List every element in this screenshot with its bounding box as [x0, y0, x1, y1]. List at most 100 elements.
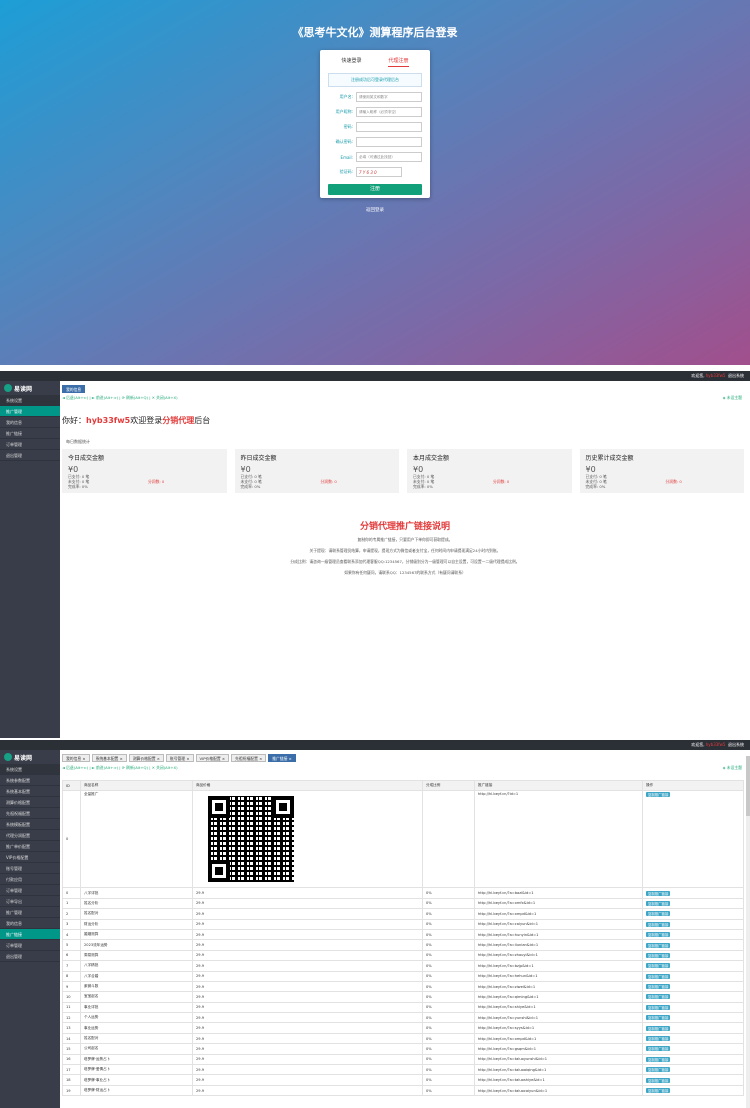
sidebar-item[interactable]: 我的信息 — [0, 918, 60, 929]
tab-item[interactable]: 先祖祝福配置 × — [231, 754, 267, 762]
cell-price: 29.9 — [192, 1084, 423, 1097]
sidebar-item[interactable]: 订单导出 — [0, 896, 60, 907]
form-input[interactable] — [356, 137, 422, 147]
tab-item[interactable]: 我的信息 × — [62, 754, 90, 762]
theme-link[interactable]: ◈ 未设主题 — [723, 765, 742, 771]
copy-link-button[interactable]: 复制推广链接 — [646, 1025, 671, 1031]
tab-item[interactable]: VIP价格配置 × — [195, 754, 230, 762]
sidebar-item[interactable]: 订单管理 — [0, 439, 60, 450]
cell-link[interactable]: http://hl.beyf.cn/?a=liunian&id=1 — [474, 939, 643, 951]
tab-quick-login[interactable]: 快速登录 — [341, 57, 361, 67]
sidebar-item[interactable]: 订单管理 — [0, 940, 60, 951]
cell-link[interactable]: http://hl.beyf.cn/?a=bzjp&id=1 — [474, 960, 643, 972]
promo-line: 关于提现：请联系管理员结算，申请提现，提现方式为微信或者支付宝，任何时间内申请提… — [309, 548, 501, 553]
copy-link-button[interactable]: 复制推广链接 — [646, 963, 671, 969]
logout-link[interactable]: 退出系统 — [728, 373, 744, 378]
cell-link[interactable]: http://hl.beyf.cn/?a=bazi&id=1 — [474, 887, 643, 899]
cell-link[interactable]: http://hl.beyf.cn/?a=hunyin&id=1 — [474, 928, 643, 941]
sidebar-item[interactable]: 推广管理 — [0, 907, 60, 918]
tab-item[interactable]: 系统基本配置 × — [91, 754, 127, 762]
cell-link[interactable]: http://hl.beyf.cn/?a=shiye&id=1 — [474, 1001, 643, 1014]
sidebar-item[interactable]: 退出管理 — [0, 450, 60, 461]
tab-my-info[interactable]: 我的信息 — [62, 385, 86, 393]
cell-link[interactable]: http://hl.beyf.cn/?a=taluoshiye&id=1 — [474, 1074, 643, 1086]
form-input[interactable]: 请输入昵称（必须非空） — [356, 107, 422, 117]
register-notice: 注册成功后可登录代理后台 — [328, 73, 422, 87]
tab-item[interactable]: 账号管理 × — [165, 754, 194, 762]
sidebar-item[interactable]: 系统参数配置 — [0, 775, 60, 786]
sidebar-item[interactable]: 系统基本配置 — [0, 786, 60, 797]
form-input[interactable] — [356, 122, 422, 132]
cell-link[interactable]: http://hl.beyf.cn/?a=ziwei&id=1 — [474, 980, 643, 993]
nav-controls[interactable]: ◄ 后退(Alt+⇐) | ► 前进(Alt+⇒) | ⟳ 刷新(Alt+Q) … — [62, 765, 178, 770]
cell-id: 18 — [62, 1074, 81, 1086]
captcha-input[interactable]: 7 Y 6 3 0 — [356, 167, 402, 177]
sidebar-item[interactable]: 推广单价配置 — [0, 841, 60, 852]
logout-link[interactable]: 退出系统 — [728, 742, 744, 747]
theme-link[interactable]: ◈ 未设主题 — [723, 395, 742, 401]
sidebar-head[interactable]: 系统设置 — [0, 764, 60, 775]
copy-link-button[interactable]: 复制推广链接 — [646, 1077, 671, 1083]
cell-link[interactable]: http://hl.beyf.cn/?a=yunshi&id=1 — [474, 1012, 643, 1024]
welcome-label: 欢迎您, — [691, 373, 705, 378]
nav-controls[interactable]: ◄ 后退(Alt+⇐) | ► 前进(Alt+⇒) | ⟳ 刷新(Alt+Q) … — [62, 395, 178, 400]
cell-link[interactable]: http://hl.beyf.cn/?a=taluoaiqing&id=1 — [474, 1064, 643, 1076]
copy-link-button[interactable]: 复制推广链接 — [646, 1067, 671, 1073]
register-button[interactable]: 注册 — [328, 184, 422, 195]
form-input[interactable]: 必填（可通过此找回） — [356, 152, 422, 162]
copy-link-button[interactable]: 复制推广链接 — [646, 984, 671, 990]
sidebar-item[interactable]: 推广链接 — [0, 929, 60, 940]
cell-link[interactable]: http://hl.beyf.cn/?a=xmfx&id=1 — [474, 897, 643, 910]
copy-link-button[interactable]: 复制推广链接 — [646, 1056, 671, 1062]
copy-link-button[interactable]: 复制推广链接 — [646, 1088, 671, 1093]
form-input[interactable]: 请使用英文和数字 — [356, 92, 422, 102]
copy-link-button[interactable]: 复制推广链接 — [646, 1004, 671, 1010]
copy-link-button[interactable]: 复制推广链接 — [646, 973, 671, 979]
copy-link-button[interactable]: 复制推广链接 — [646, 1015, 671, 1021]
cell-link[interactable]: http://hl.beyf.cn/?a=taluocaiyun&id=1 — [474, 1084, 643, 1097]
copy-link-button[interactable]: 复制推广链接 — [646, 921, 671, 927]
cell-link[interactable]: http://hl.beyf.cn/?a=zhouyi&id=1 — [474, 949, 643, 962]
sidebar-item[interactable]: 先祖祝福配置 — [0, 808, 60, 819]
vertical-scrollbar[interactable] — [746, 756, 750, 1108]
cell-link[interactable]: http://hl.beyf.cn/?a=xmpd&id=1 — [474, 908, 643, 920]
copy-link-button[interactable]: 复制推广链接 — [646, 911, 671, 917]
sidebar-item[interactable]: 推广链接 — [0, 428, 60, 439]
cell-name: 周易测算 — [80, 949, 193, 962]
tab-item[interactable]: 测算价格配置 × — [128, 754, 164, 762]
sidebar-head[interactable]: 系统设置 — [0, 395, 60, 406]
tab-item[interactable]: 推广链接 × — [268, 754, 296, 762]
tab-agent-register[interactable]: 代理注册 — [388, 57, 409, 67]
cell-link[interactable]: http://hl.beyf.cn/?a=qiming&id=1 — [474, 991, 643, 1003]
sidebar-item[interactable]: VIP价格配置 — [0, 852, 60, 863]
sidebar-item[interactable]: 订单管理 — [0, 885, 60, 896]
sidebar-item[interactable]: 付款应用 — [0, 874, 60, 885]
sidebar-item[interactable]: 系统模板配置 — [0, 819, 60, 830]
cell-link[interactable]: http://hl.beyf.cn/?id=1 — [474, 790, 643, 889]
copy-link-button[interactable]: 复制推广链接 — [646, 900, 671, 906]
sidebar-item[interactable]: 代理分润配置 — [0, 830, 60, 841]
back-to-login-link[interactable]: 返回登录 — [0, 207, 750, 213]
copy-link-button[interactable]: 复制推广链接 — [646, 942, 671, 948]
cell-link[interactable]: http://hl.beyf.cn/?a=taluoyunshi&id=1 — [474, 1053, 643, 1066]
copy-link-button[interactable]: 复制推广链接 — [646, 932, 671, 938]
cell-link[interactable]: http://hl.beyf.cn/?a=gsqm&id=1 — [474, 1043, 643, 1055]
sidebar-item[interactable]: 账号管理 — [0, 863, 60, 874]
sidebar-item[interactable]: 推广管理 — [0, 406, 60, 417]
cell-ratio: 0% — [422, 928, 475, 941]
copy-link-button[interactable]: 复制推广链接 — [646, 952, 671, 958]
cell-link[interactable]: http://hl.beyf.cn/?a=xmpd&id=1 — [474, 1032, 643, 1045]
copy-link-button[interactable]: 复制推广链接 — [646, 1046, 671, 1052]
sidebar-item[interactable]: 我的信息 — [0, 417, 60, 428]
copy-link-button[interactable]: 复制推广链接 — [646, 994, 671, 1000]
cell-link[interactable]: http://hl.beyf.cn/?a=caiyun&id=1 — [474, 918, 643, 930]
cell-link[interactable]: http://hl.beyf.cn/?a=hehun&id=1 — [474, 970, 643, 982]
sidebar-item[interactable]: 退出管理 — [0, 951, 60, 962]
copy-link-button[interactable]: 复制推广链接 — [646, 1036, 671, 1042]
copy-link-button[interactable]: 复制推广链接 — [646, 792, 671, 798]
cell-link[interactable]: http://hl.beyf.cn/?a=syys&id=1 — [474, 1022, 643, 1034]
cell-name: 姓名分析 — [80, 897, 193, 910]
cell-name: 事业运势 — [80, 1022, 193, 1034]
copy-link-button[interactable]: 复制推广链接 — [646, 890, 671, 896]
sidebar-item[interactable]: 测算价格配置 — [0, 797, 60, 808]
